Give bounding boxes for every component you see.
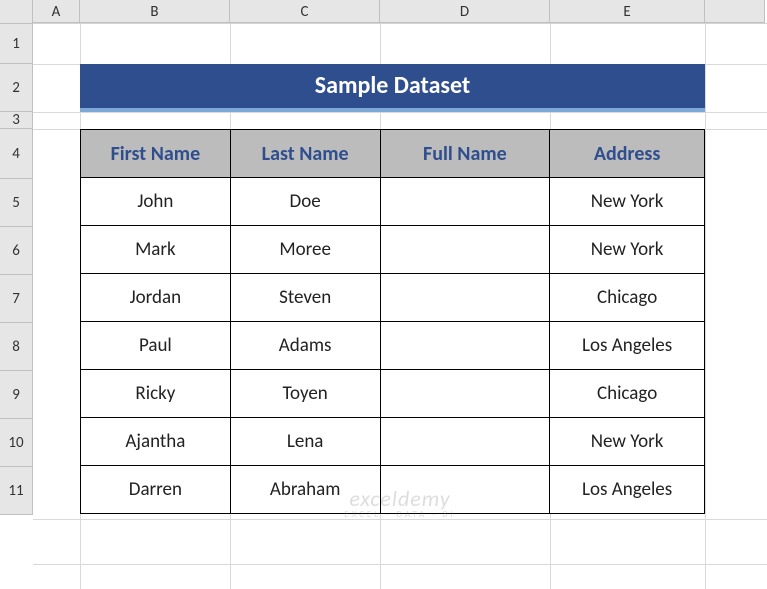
cell-full-name[interactable] [380, 274, 550, 322]
cell-first-name[interactable]: Darren [81, 466, 231, 514]
row-header-3[interactable]: 3 [0, 112, 33, 129]
cell-address[interactable]: New York [550, 226, 705, 274]
cell-full-name[interactable] [380, 322, 550, 370]
cell-first-name[interactable]: Jordan [81, 274, 231, 322]
cell-last-name[interactable]: Abraham [230, 466, 380, 514]
cell-full-name[interactable] [380, 418, 550, 466]
header-full-name[interactable]: Full Name [380, 130, 550, 178]
cell-first-name[interactable]: Ricky [81, 370, 231, 418]
row-header-4[interactable]: 4 [0, 129, 33, 179]
table-row: Paul Adams Los Angeles [81, 322, 705, 370]
cell-address[interactable]: Chicago [550, 274, 705, 322]
cell-first-name[interactable]: Mark [81, 226, 231, 274]
row-header-7[interactable]: 7 [0, 275, 33, 323]
row-headers: 1 2 3 4 5 6 7 8 9 10 11 [0, 24, 33, 515]
cell-last-name[interactable]: Lena [230, 418, 380, 466]
cell-full-name[interactable] [380, 226, 550, 274]
col-header-e[interactable]: E [550, 0, 705, 23]
col-header-b[interactable]: B [80, 0, 230, 23]
cell-first-name[interactable]: Ajantha [81, 418, 231, 466]
table-row: Darren Abraham Los Angeles [81, 466, 705, 514]
cell-address[interactable]: Los Angeles [550, 322, 705, 370]
cell-address[interactable]: New York [550, 178, 705, 226]
cell-last-name[interactable]: Moree [230, 226, 380, 274]
grid-area[interactable]: Sample Dataset First Name Last Name Full… [33, 24, 767, 589]
cell-address[interactable]: Chicago [550, 370, 705, 418]
column-headers: A B C D E [0, 0, 767, 24]
col-header-c[interactable]: C [230, 0, 380, 23]
row-header-1[interactable]: 1 [0, 24, 33, 64]
spreadsheet: A B C D E 1 2 3 4 5 6 7 8 9 10 11 [0, 0, 767, 589]
table-row: Ajantha Lena New York [81, 418, 705, 466]
row-header-5[interactable]: 5 [0, 179, 33, 227]
table-header-row: First Name Last Name Full Name Address [81, 130, 705, 178]
table-row: Ricky Toyen Chicago [81, 370, 705, 418]
data-table: First Name Last Name Full Name Address J… [80, 129, 705, 514]
row-header-10[interactable]: 10 [0, 419, 33, 467]
col-header-d[interactable]: D [380, 0, 550, 23]
header-first-name[interactable]: First Name [81, 130, 231, 178]
select-all-corner[interactable] [0, 0, 33, 24]
row-header-6[interactable]: 6 [0, 227, 33, 275]
cell-address[interactable]: Los Angeles [550, 466, 705, 514]
cell-last-name[interactable]: Toyen [230, 370, 380, 418]
title-cell[interactable]: Sample Dataset [80, 64, 705, 112]
table-row: John Doe New York [81, 178, 705, 226]
col-header-f[interactable] [705, 0, 765, 23]
cell-first-name[interactable]: John [81, 178, 231, 226]
row-header-8[interactable]: 8 [0, 323, 33, 371]
cell-full-name[interactable] [380, 178, 550, 226]
col-header-a[interactable]: A [33, 0, 80, 23]
cell-full-name[interactable] [380, 370, 550, 418]
row-header-2[interactable]: 2 [0, 64, 33, 112]
cell-last-name[interactable]: Steven [230, 274, 380, 322]
table-row: Mark Moree New York [81, 226, 705, 274]
row-header-9[interactable]: 9 [0, 371, 33, 419]
cell-last-name[interactable]: Adams [230, 322, 380, 370]
cell-address[interactable]: New York [550, 418, 705, 466]
cell-last-name[interactable]: Doe [230, 178, 380, 226]
header-address[interactable]: Address [550, 130, 705, 178]
cell-full-name[interactable] [380, 466, 550, 514]
header-last-name[interactable]: Last Name [230, 130, 380, 178]
cell-first-name[interactable]: Paul [81, 322, 231, 370]
row-header-11[interactable]: 11 [0, 467, 33, 515]
table-row: Jordan Steven Chicago [81, 274, 705, 322]
